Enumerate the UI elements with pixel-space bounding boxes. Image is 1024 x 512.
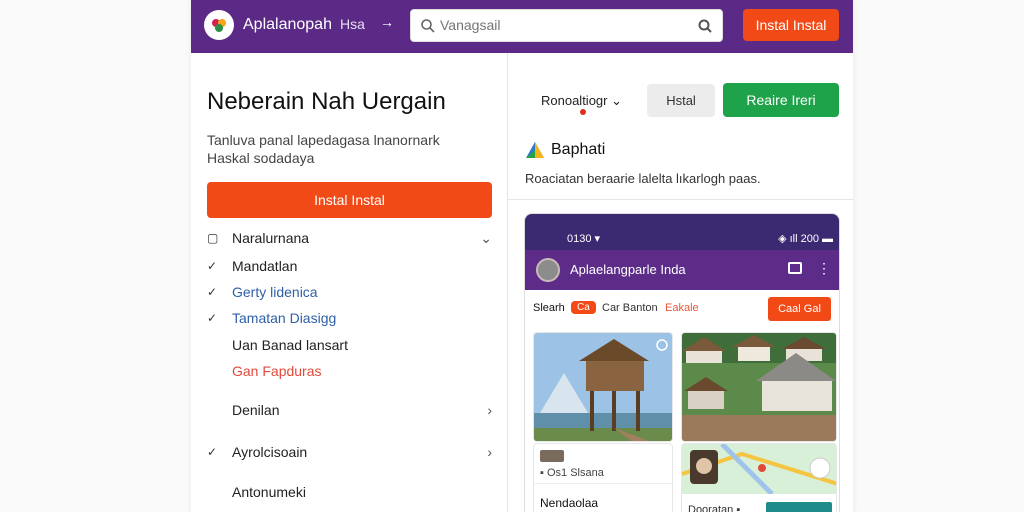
menu-item-uan-banad[interactable]: Uan Banad lansart [191, 334, 508, 358]
chevron-down-icon[interactable]: ⌄ [480, 230, 492, 247]
page-description: Tanluva panal lapedagasa lnanornark Hask… [207, 132, 440, 166]
install-header-button[interactable]: Instal Instal [743, 9, 839, 41]
village-photo [682, 333, 836, 441]
photo-card[interactable] [681, 332, 837, 442]
phone-status-bar: 0130 ▾ ◈ ıll 200 ▬ [525, 214, 839, 250]
phone-app-title: Aplaelangparle Inda [570, 262, 686, 277]
primary-action-button[interactable]: Reaire Ireri [723, 83, 839, 117]
phone-app-header: Aplaelangparle Inda ⋮ [525, 250, 839, 290]
search-submit-icon[interactable] [697, 18, 713, 34]
filter-apply-button[interactable]: Caal Gal [768, 297, 831, 321]
install-secondary-button[interactable]: Hstal [647, 84, 715, 117]
chevron-right-icon[interactable]: → [380, 14, 394, 30]
pavilion-photo [534, 333, 672, 441]
check-icon: ✓ [207, 311, 218, 325]
check-icon: ✓ [207, 259, 218, 273]
menu-item-label: Tamatan Diasigg [232, 310, 337, 326]
bell-icon: ▢ [207, 231, 219, 245]
chevron-right-icon[interactable]: › [487, 444, 492, 460]
menu-item-gan-fapduras[interactable]: Gan Fapduras [191, 360, 508, 384]
menu-item-gerty-lidenica[interactable]: ✓ Gerty lidenica [191, 281, 508, 305]
filter-label[interactable]: Slearh [533, 302, 565, 314]
chevron-down-icon: ⌄ [611, 93, 623, 108]
map-card-label: Dooratan ▪ [688, 504, 741, 512]
menu-item-ayrolcisoain[interactable]: ✓ Ayrolcisoain › [191, 441, 508, 465]
map-mini-thumbnail [766, 502, 832, 512]
map-thumbnail [682, 444, 836, 494]
right-panel: Ronoaltiogr ⌄ Hstal Reaire Ireri Baphati… [508, 53, 853, 512]
menu-item-label: Ayrolcisoain [232, 444, 308, 460]
language-selector[interactable]: Hsa [340, 16, 365, 32]
filter-option-active[interactable]: Eakale [665, 302, 699, 314]
menu-item-label: Naralurnana [232, 230, 310, 246]
menu-item-mandatlan[interactable]: ✓ Mandatlan [191, 255, 508, 279]
app-window: Aplalanopah Hsa → Instal Instal Neberain… [191, 0, 853, 512]
menu-item-label: Gerty lidenica [232, 284, 318, 300]
more-vert-icon[interactable]: ⋮ [817, 260, 831, 277]
category-select-label: Ronoaltiogr [541, 93, 608, 108]
brand-triangle-icon [526, 142, 544, 158]
menu-item-label: Denilan [232, 402, 280, 418]
window-icon[interactable] [788, 262, 802, 274]
menu-item-label: Mandatlan [232, 258, 298, 274]
divider [508, 199, 853, 200]
category-select[interactable]: Ronoaltiogr ⌄ [541, 93, 622, 109]
menu-item-label: Antonumeki [232, 484, 306, 500]
check-icon: ✓ [207, 445, 218, 459]
location-pin-icon [580, 109, 586, 115]
menu-item-antonumeki[interactable]: Antonumeki [191, 481, 508, 505]
search-icon [421, 19, 435, 33]
menu-item-tamatan-diasigg[interactable]: ✓ Tamatan Diasigg [191, 307, 508, 331]
app-brand-title: Baphati [551, 141, 606, 158]
place-thumbnail [540, 450, 564, 462]
filter-option[interactable]: Car Banton [602, 302, 658, 314]
app-brand-name: Aplalanopah [243, 16, 332, 33]
avatar[interactable] [536, 258, 560, 282]
menu-item-label: Uan Banad lansart [232, 337, 348, 353]
header-bar: Aplalanopah Hsa → Instal Instal [191, 0, 853, 53]
phone-preview: 0130 ▾ ◈ ıll 200 ▬ Aplaelangparle Inda ⋮… [524, 213, 840, 512]
search-input[interactable] [440, 17, 690, 33]
status-indicators: ◈ ıll 200 ▬ [778, 233, 833, 245]
phone-filter-bar: Slearh Ca Car Banton Eakale Caal Gal [525, 290, 839, 330]
left-panel: Neberain Nah Uergain Tanluva panal laped… [191, 53, 508, 512]
place-meta-text: ▪ Os1 Slsana [540, 467, 604, 479]
page-title: Neberain Nah Uergain [207, 88, 446, 115]
place-card[interactable]: ▪ Os1 Slsana Nendaolaa [533, 443, 673, 512]
place-card-meta: ▪ Os1 Slsana [534, 444, 672, 484]
install-main-button[interactable]: Instal Instal [207, 182, 492, 218]
menu-item-naralurnana[interactable]: ▢ Naralurnana ⌄ [191, 227, 508, 251]
search-bar[interactable] [410, 9, 723, 42]
map-card[interactable]: Dooratan ▪ [681, 443, 837, 512]
place-name: Nendaolaa [540, 496, 599, 510]
photo-card[interactable] [533, 332, 673, 442]
page: Aplalanopah Hsa → Instal Instal Neberain… [0, 0, 1024, 512]
menu-item-label: Gan Fapduras [232, 363, 322, 379]
status-time: 0130 ▾ [567, 233, 601, 245]
app-description: Roaciatan beraarie lalelta lıkarlogh paa… [525, 171, 761, 186]
menu-item-denilan[interactable]: Denilan › [191, 399, 508, 423]
app-brand-row: Baphati [525, 140, 745, 160]
check-icon: ✓ [207, 285, 218, 299]
filter-chip[interactable]: Ca [571, 301, 596, 314]
chevron-right-icon[interactable]: › [487, 402, 492, 418]
brand-logo-icon[interactable] [204, 10, 234, 40]
